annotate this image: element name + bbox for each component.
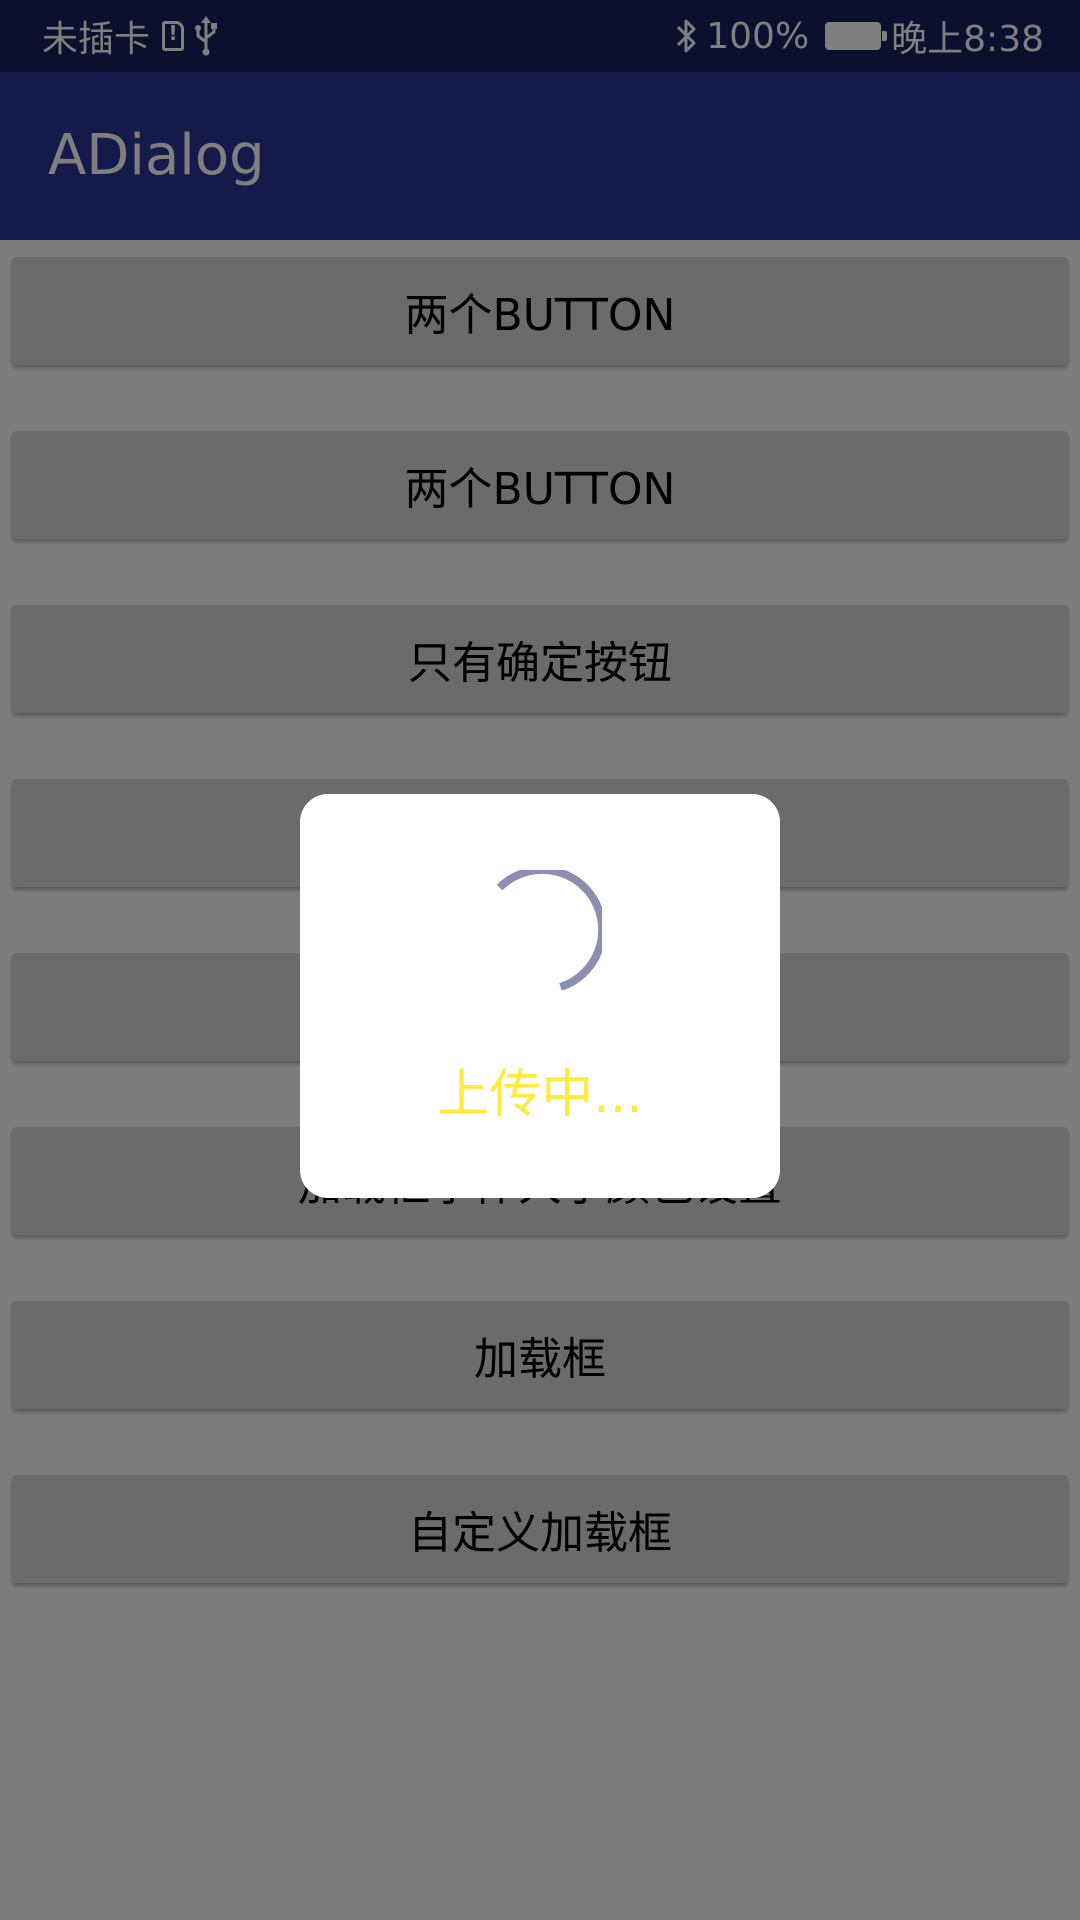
loading-dialog: 上传中... <box>300 794 780 1198</box>
loading-message: 上传中... <box>437 1065 643 1125</box>
screen: 未插卡 100% 晚上8:38 ADialog 两个BUTTON <box>0 0 1080 1920</box>
loading-spinner-icon <box>496 870 602 990</box>
